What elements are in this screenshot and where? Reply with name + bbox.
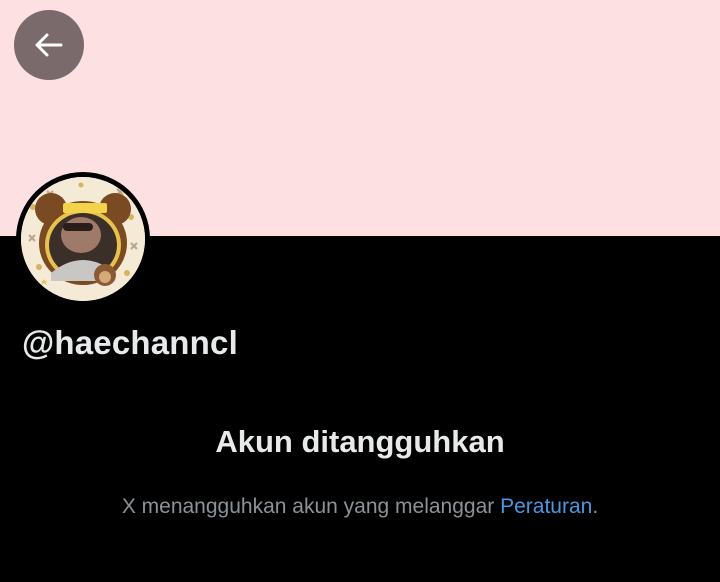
back-button[interactable] [14, 10, 84, 80]
profile-screen: @haechanncl Akun ditangguhkan X menanggu… [0, 0, 720, 582]
suspension-title: Akun ditangguhkan [215, 424, 505, 459]
avatar [21, 177, 145, 301]
description-period: . [592, 495, 599, 518]
avatar-frame[interactable] [16, 172, 150, 306]
rules-link[interactable]: Peraturan [500, 495, 592, 518]
arrow-left-icon [35, 33, 63, 57]
profile-handle: @haechanncl [22, 324, 238, 361]
suspension-description-text: X menangguhkan akun yang melanggar [121, 495, 501, 518]
avatar-image [21, 177, 145, 301]
suspension-description: X menangguhkan akun yang melanggar Perat… [0, 495, 720, 519]
